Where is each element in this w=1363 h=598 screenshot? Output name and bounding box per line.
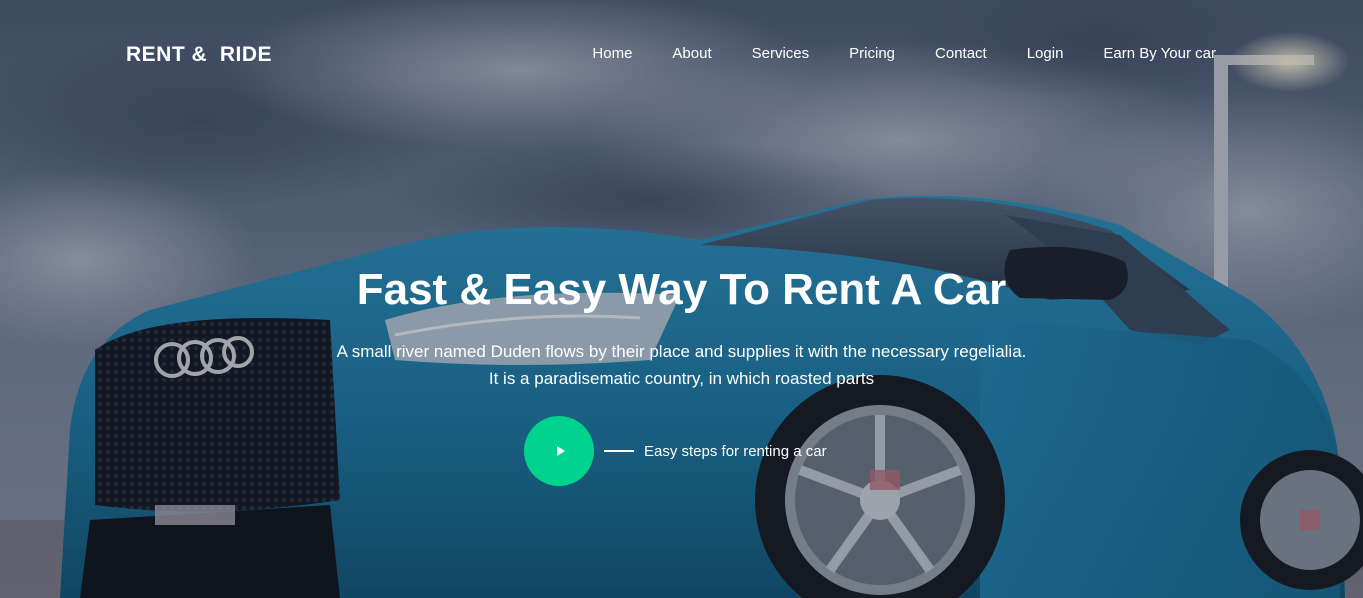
nav-link-home[interactable]: Home: [592, 45, 632, 62]
hero-cta: Easy steps for renting a car: [524, 416, 827, 486]
hero-content: Fast & Easy Way To Rent A Car A small ri…: [0, 262, 1363, 392]
nav-link-about[interactable]: About: [672, 45, 711, 62]
play-video-button[interactable]: [524, 416, 594, 486]
top-navbar: RENT & RIDE Home About Services Pricing …: [0, 0, 1363, 110]
nav-link-earn-by-your-car[interactable]: Earn By Your car: [1103, 45, 1216, 62]
nav-item-pricing: Pricing: [849, 45, 895, 63]
hero-section: RENT & RIDE Home About Services Pricing …: [0, 0, 1363, 598]
nav-link-services[interactable]: Services: [752, 45, 810, 62]
nav-link-contact[interactable]: Contact: [935, 45, 987, 62]
cta-easy-steps-link[interactable]: Easy steps for renting a car: [644, 443, 827, 460]
nav-link-login[interactable]: Login: [1027, 45, 1064, 62]
nav-item-login: Login: [1027, 45, 1064, 63]
play-icon: [556, 446, 565, 456]
nav-menu: Home About Services Pricing Contact Logi…: [552, 45, 1216, 63]
nav-item-about: About: [672, 45, 711, 63]
nav-item-services: Services: [752, 45, 810, 63]
cta-divider-line: [604, 450, 634, 452]
hero-subtitle-line1: A small river named Duden flows by their…: [336, 342, 1027, 361]
hero-subtitle-line2: It is a paradisematic country, in which …: [488, 369, 875, 388]
hero-title: Fast & Easy Way To Rent A Car: [356, 265, 1007, 314]
nav-item-earn: Earn By Your car: [1103, 45, 1216, 63]
nav-item-home: Home: [592, 45, 632, 63]
nav-item-contact: Contact: [935, 45, 987, 63]
nav-link-pricing[interactable]: Pricing: [849, 45, 895, 62]
hero-subtitle: A small river named Duden flows by their…: [0, 338, 1363, 392]
brand-logo[interactable]: RENT & RIDE: [126, 43, 272, 67]
